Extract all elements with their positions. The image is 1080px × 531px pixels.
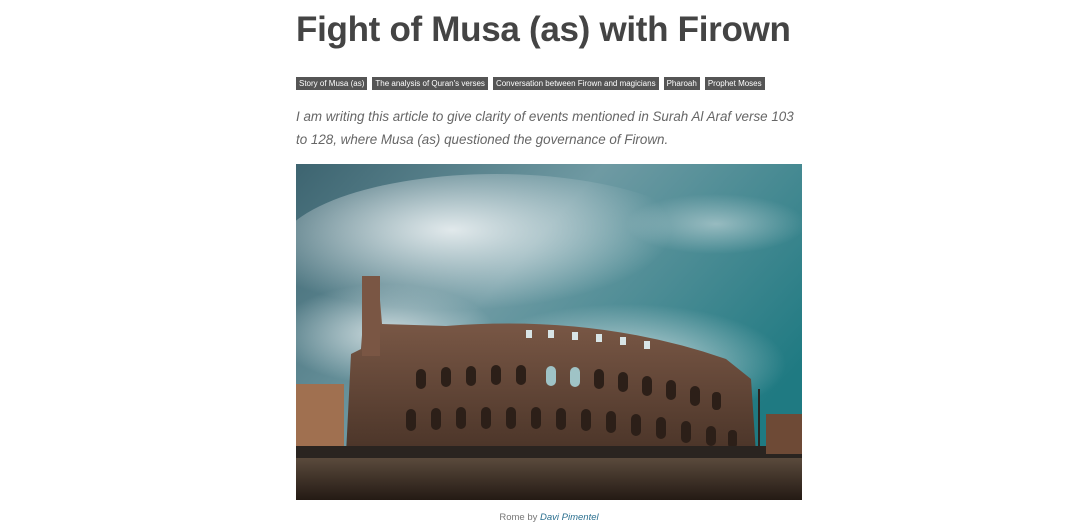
tag-story-of-musa[interactable]: Story of Musa (as)	[296, 77, 368, 90]
colosseum-photo	[296, 164, 802, 500]
image-caption: Rome by Davi Pimentel	[296, 512, 802, 523]
tag-conversation-firown-magicians[interactable]: Conversation between Firown and magician…	[492, 77, 659, 90]
caption-prefix: Rome by	[499, 512, 538, 523]
article: Fight of Musa (as) with Firown Story of …	[296, 0, 802, 151]
featured-image	[296, 164, 802, 500]
tag-prophet-moses[interactable]: Prophet Moses	[704, 77, 765, 90]
article-intro: I am writing this article to give clarit…	[296, 109, 794, 147]
tag-pharoah[interactable]: Pharoah	[663, 77, 700, 90]
tag-analysis-quran-verses[interactable]: The analysis of Quran's verses	[372, 77, 488, 90]
tag-list: Story of Musa (as) The analysis of Quran…	[296, 77, 802, 90]
caption-author-link[interactable]: Davi Pimentel	[540, 512, 599, 523]
article-title: Fight of Musa (as) with Firown	[296, 10, 791, 49]
